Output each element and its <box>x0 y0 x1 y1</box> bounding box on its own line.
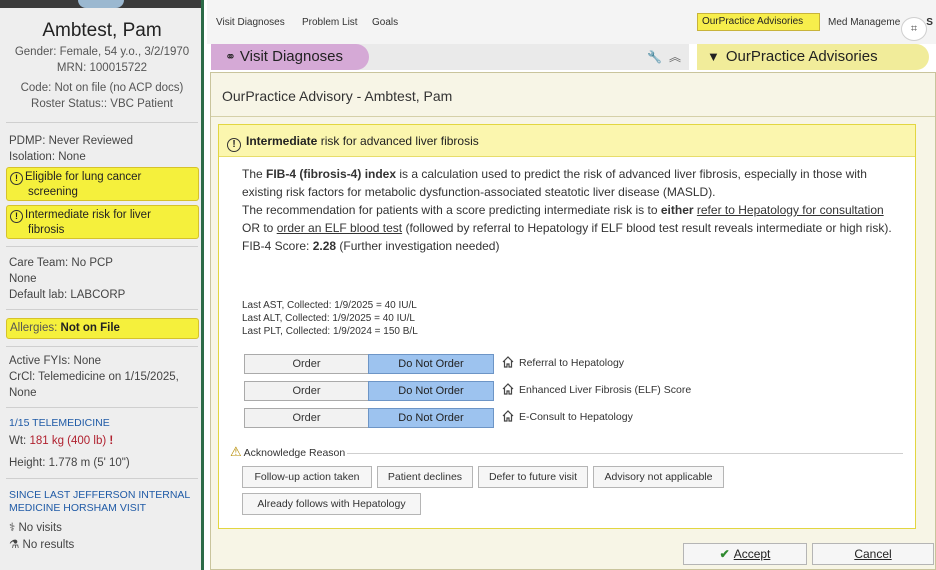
home-icon <box>502 410 514 422</box>
order-label[interactable]: Referral to Hepatology <box>502 356 624 370</box>
advisory-body: The FIB-4 (fibrosis-4) index is a calcul… <box>242 165 902 255</box>
ack-not-applicable[interactable]: Advisory not applicable <box>593 466 724 488</box>
nav-problem-list[interactable]: Problem List <box>302 17 358 28</box>
code-status[interactable]: Code: Not on file (no ACP docs) <box>0 80 201 96</box>
lab-ast: Last AST, Collected: 1/9/2025 = 40 IU/L <box>242 300 417 311</box>
tab-ourpractice-advisories[interactable]: OurPractice Advisories <box>697 13 820 31</box>
flask-icon: ⚗ <box>9 539 20 551</box>
allergies-value: Not on File <box>60 322 120 334</box>
visit-diagnoses-header[interactable]: ⚭ Visit Diagnoses <box>211 44 369 70</box>
order-button[interactable]: Order <box>244 354 369 374</box>
fib4-description: The FIB-4 (fibrosis-4) index is a calcul… <box>242 167 867 199</box>
do-not-order-button[interactable]: Do Not Order <box>368 408 494 428</box>
filter-icon: ▼ <box>707 49 720 64</box>
allergies-box[interactable]: Allergies: Not on File <box>6 318 199 339</box>
fib4-score-value: 2.28 <box>312 239 337 253</box>
encounter-header[interactable]: 1/15 TELEMEDICINE <box>9 415 199 431</box>
crcl-value: None <box>9 387 37 399</box>
home-icon <box>502 383 514 395</box>
nav-goals[interactable]: Goals <box>372 17 398 28</box>
collapse-icon[interactable]: ︽ <box>669 50 681 64</box>
check-icon: ✔ <box>719 547 730 561</box>
weight-line: Wt: 181 kg (400 lb) ! <box>9 435 114 447</box>
ack-patient-declines[interactable]: Patient declines <box>377 466 473 488</box>
advisory-modal: OurPractice Advisory - Ambtest, Pam ! Int… <box>210 72 936 570</box>
stethoscope-icon: ⚕ <box>9 522 16 534</box>
crcl-line: CrCl: Telemedicine on 1/15/2025, <box>9 371 179 383</box>
alert-circle-icon: ! <box>10 172 23 185</box>
order-button[interactable]: Order <box>244 381 369 401</box>
pdmp-status[interactable]: PDMP: Never Reviewed <box>9 133 199 149</box>
alert-lung-cancer-screening[interactable]: ! Eligible for lung cancer screening <box>6 167 199 201</box>
height-line: Height: 1.778 m (5' 10") <box>9 457 130 469</box>
activity-top-nav: Visit Diagnoses Problem List Goals <box>207 0 936 44</box>
no-visits: ⚕ No visits <box>9 522 62 534</box>
modal-title: OurPractice Advisory - Ambtest, Pam <box>222 88 453 104</box>
order-button[interactable]: Order <box>244 408 369 428</box>
cancel-button[interactable]: Cancel <box>812 543 934 565</box>
advisory-panel: ! Intermediate risk for advanced liver fi… <box>218 124 916 529</box>
do-not-order-button[interactable]: Do Not Order <box>368 381 494 401</box>
acknowledge-reason-label: ⚠ Acknowledge Reason <box>230 444 346 459</box>
care-team[interactable]: Care Team: No PCP <box>9 255 199 271</box>
fib4-score: FIB-4 Score: 2.28 (Further investigation… <box>242 239 500 253</box>
care-team-none: None <box>9 273 37 285</box>
order-elf-link[interactable]: order an ELF blood test <box>277 221 402 235</box>
no-results: ⚗ No results <box>9 539 75 551</box>
patient-sidebar: Ambtest, Pam Gender: Female, 54 y.o., 3/… <box>0 0 204 570</box>
weight-flag-icon: ! <box>109 435 114 447</box>
alert-liver-fibrosis[interactable]: ! Intermediate risk for liver fibrosis <box>6 205 199 239</box>
order-label[interactable]: Enhanced Liver Fibrosis (ELF) Score <box>502 383 691 397</box>
link-icon: ⚭ <box>225 49 236 64</box>
sidebar-top-strip <box>0 0 201 8</box>
lab-alt: Last ALT, Collected: 1/9/2025 = 40 IU/L <box>242 313 415 324</box>
home-icon <box>502 356 514 368</box>
accept-button[interactable]: ✔ Accept <box>683 543 807 565</box>
ack-follow-up-taken[interactable]: Follow-up action taken <box>242 466 372 488</box>
since-last-visit-header[interactable]: SINCE LAST JEFFERSON INTERNAL MEDICINE HO… <box>9 489 199 515</box>
visit-diagnoses-section: ⚭ Visit Diagnoses 🔧 ︽ <box>211 44 689 70</box>
do-not-order-button[interactable]: Do Not Order <box>368 354 494 374</box>
ack-defer-future-visit[interactable]: Defer to future visit <box>478 466 588 488</box>
screenshot-icon[interactable]: ⌗ <box>901 17 927 41</box>
lab-results: Last AST, Collected: 1/9/2025 = 40 IU/L … <box>242 299 418 338</box>
active-fyis[interactable]: Active FYIs: None <box>9 353 199 369</box>
section-tools: 🔧 ︽ <box>647 48 681 65</box>
nav-visit-diagnoses[interactable]: Visit Diagnoses <box>216 17 285 28</box>
recommendation-text: The recommendation for patients with a s… <box>242 203 892 235</box>
roster-status: Roster Status:: VBC Patient <box>31 98 173 110</box>
ourpractice-advisories-header[interactable]: ▼ OurPractice Advisories <box>697 44 929 70</box>
alert-circle-icon: ! <box>227 138 241 152</box>
order-label[interactable]: E-Consult to Hepatology <box>502 410 633 424</box>
default-lab: Default lab: LABCORP <box>9 289 126 301</box>
patient-mrn: MRN: 100015722 <box>56 62 148 74</box>
patient-gender: Gender: Female, 54 y.o., 3/2/1970 <box>14 46 190 58</box>
advisory-header: ! Intermediate risk for advanced liver fi… <box>219 125 915 157</box>
ack-follows-hepatology[interactable]: Already follows with Hepatology <box>242 493 421 515</box>
alert-circle-icon: ! <box>10 210 23 223</box>
isolation-status: Isolation: None <box>9 151 86 163</box>
wrench-icon[interactable]: 🔧 <box>647 50 662 64</box>
patient-name[interactable]: Ambtest, Pam <box>0 20 201 42</box>
lab-plt: Last PLT, Collected: 1/9/2024 = 150 B/L <box>242 326 418 337</box>
warning-icon: ⚠ <box>230 444 242 459</box>
weight-value: 181 kg (400 lb) <box>29 435 107 447</box>
refer-hepatology-link[interactable]: refer to Hepatology for consultation <box>697 203 884 217</box>
